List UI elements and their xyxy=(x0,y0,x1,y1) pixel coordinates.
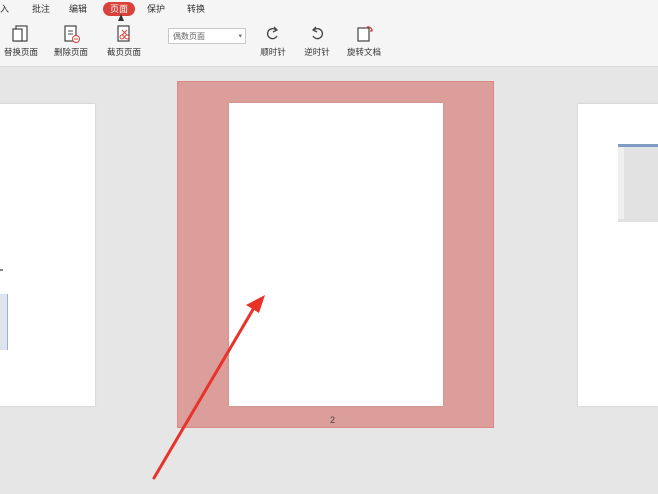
annotation-arrow-icon xyxy=(152,295,265,480)
